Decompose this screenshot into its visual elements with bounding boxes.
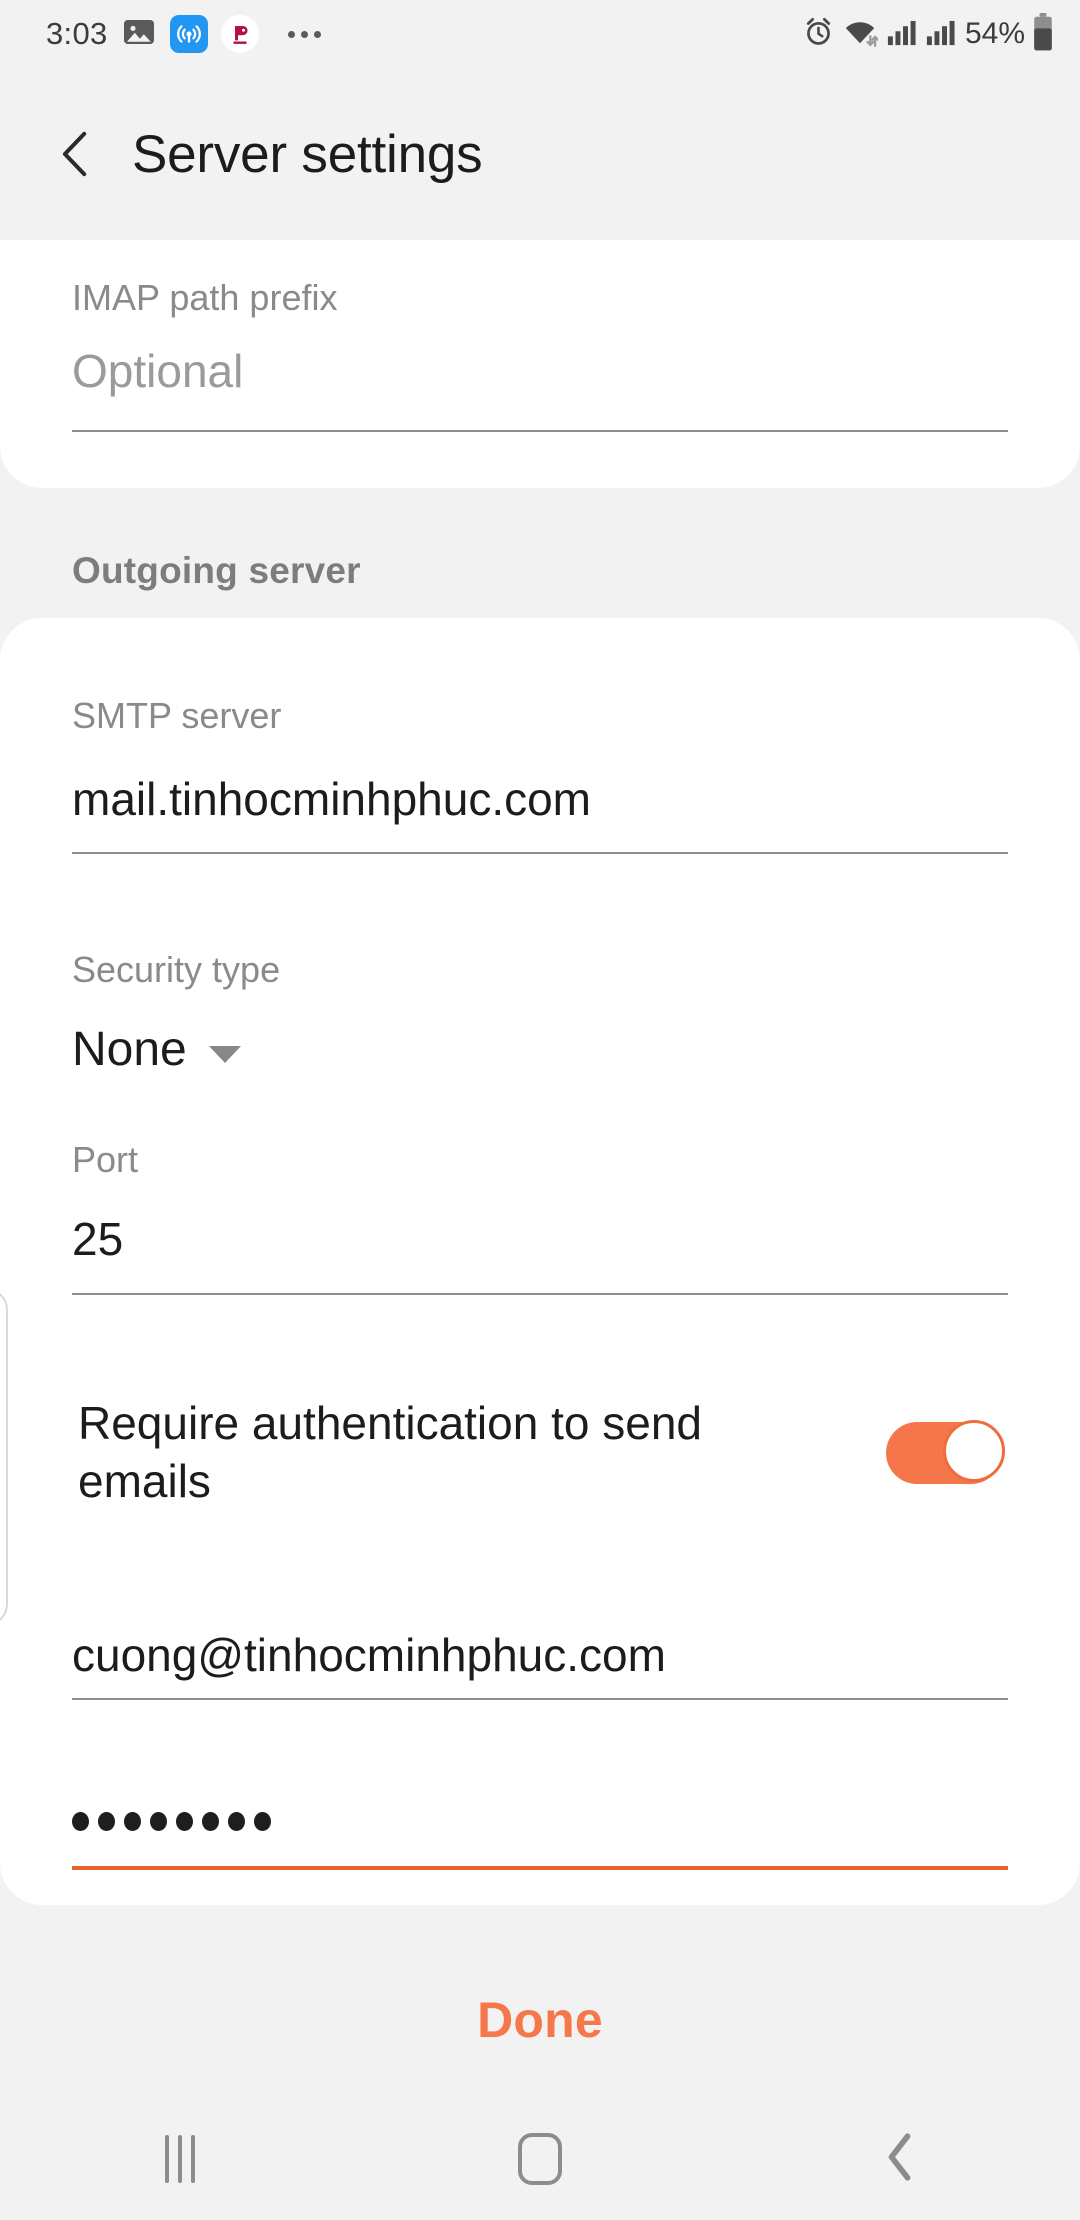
require-authentication-toggle[interactable] — [886, 1419, 1005, 1484]
imap-path-prefix-underline — [72, 430, 1008, 432]
page-title: Server settings — [132, 124, 483, 184]
security-type-value: None — [72, 1023, 187, 1076]
port-label-row: Port — [72, 1142, 1008, 1178]
security-type-label-row: Security type — [72, 952, 1008, 988]
imap-path-prefix-input[interactable]: Optional — [72, 348, 1008, 394]
nav-back-button[interactable] — [720, 2098, 1080, 2220]
password-dot — [202, 1812, 219, 1831]
signal-icon-2 — [924, 16, 956, 53]
auth-username-value: cuong@tinhocminhphuc.com — [72, 1629, 666, 1681]
smtp-server-underline — [72, 852, 1008, 854]
nav-recents-button[interactable] — [0, 2098, 360, 2220]
auth-password-underline — [72, 1866, 1008, 1870]
wifi-icon — [842, 15, 879, 53]
done-button[interactable]: Done — [0, 1955, 1080, 2085]
nav-home-button[interactable] — [360, 2098, 720, 2220]
done-button-label: Done — [477, 1992, 603, 2048]
image-icon — [121, 14, 157, 55]
app-badge-icon — [220, 15, 259, 53]
phone-screen: 3:03 54% Server settings IMAP path prefi… — [0, 0, 1080, 2220]
smtp-server-value: mail.tinhocminhphuc.com — [72, 773, 592, 825]
smtp-server-label-row: SMTP server — [72, 698, 1008, 734]
smtp-server-input[interactable]: mail.tinhocminhphuc.com — [72, 776, 1008, 822]
app-bar: Server settings — [0, 68, 1080, 240]
toggle-knob — [943, 1419, 1005, 1482]
hotspot-icon — [169, 15, 208, 53]
password-dot — [254, 1812, 271, 1831]
outgoing-server-section-header: Outgoing server — [72, 550, 361, 591]
auth-password-input[interactable] — [72, 1812, 271, 1831]
port-underline — [72, 1293, 1008, 1295]
home-icon — [518, 2133, 562, 2185]
require-authentication-label: Require authentication to send emails — [78, 1397, 702, 1507]
signal-icon-1 — [885, 16, 917, 53]
edge-panel-handle[interactable] — [0, 1288, 8, 1626]
smtp-server-label: SMTP server — [72, 695, 282, 736]
alarm-icon — [802, 15, 835, 53]
port-value: 25 — [72, 1213, 124, 1265]
status-bar-right: 54% — [802, 12, 1054, 56]
require-authentication-row[interactable]: Require authentication to send emails — [78, 1395, 1008, 1510]
password-dot — [150, 1812, 167, 1831]
back-button[interactable] — [48, 129, 102, 183]
chevron-left-icon — [883, 2132, 917, 2187]
security-type-dropdown[interactable]: None — [72, 1026, 241, 1074]
more-notifications-icon — [287, 30, 321, 38]
chevron-left-icon — [53, 128, 97, 185]
imap-path-prefix-placeholder: Optional — [72, 345, 244, 397]
security-type-label: Security type — [72, 949, 281, 990]
battery-percent-label: 54% — [964, 17, 1025, 50]
chevron-down-icon — [208, 1045, 241, 1063]
imap-path-prefix-label: IMAP path prefix — [72, 277, 338, 318]
password-dot — [176, 1812, 193, 1831]
system-navigation-bar — [0, 2098, 1080, 2220]
password-dot — [124, 1812, 141, 1831]
recents-icon — [165, 2135, 195, 2183]
imap-path-prefix-field[interactable]: IMAP path prefix — [72, 280, 1008, 316]
auth-username-input[interactable]: cuong@tinhocminhphuc.com — [72, 1632, 1008, 1678]
status-bar-left: 3:03 — [46, 14, 321, 55]
password-dot — [228, 1812, 245, 1831]
battery-icon — [1032, 12, 1054, 56]
auth-username-underline — [72, 1698, 1008, 1700]
status-clock: 3:03 — [46, 16, 108, 51]
port-input[interactable]: 25 — [72, 1216, 1008, 1262]
port-label: Port — [72, 1139, 139, 1180]
status-bar: 3:03 54% — [0, 0, 1080, 68]
password-dot — [98, 1812, 115, 1831]
password-dot — [72, 1812, 89, 1831]
